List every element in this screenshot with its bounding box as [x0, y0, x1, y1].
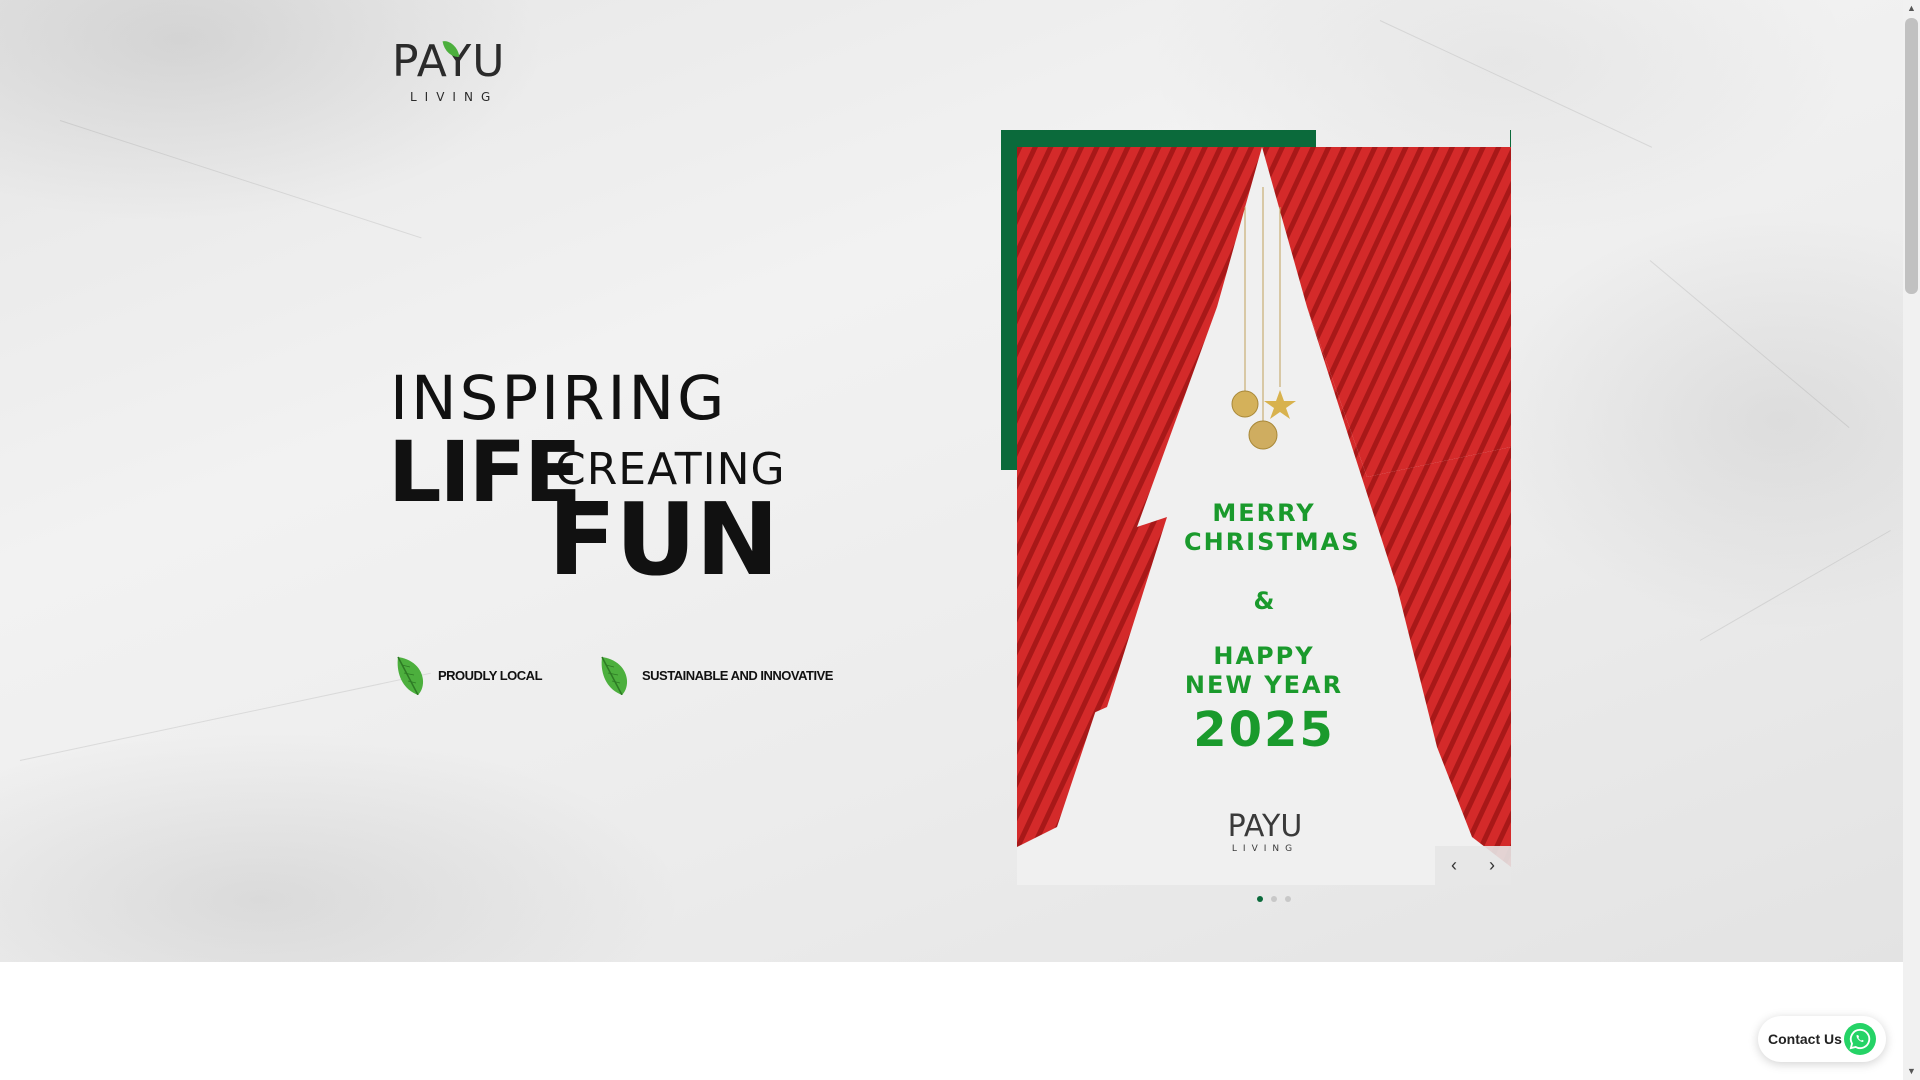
carousel-pagination — [1257, 896, 1291, 902]
headline-inspiring: INSPIRING — [390, 363, 728, 434]
scrollbar-thumb[interactable] — [1905, 18, 1918, 294]
chevron-right-icon: › — [1489, 855, 1495, 875]
slide-greeting-christmas: MERRY CHRISTMAS — [1184, 499, 1361, 556]
marble-vein — [59, 120, 422, 239]
marble-vein — [19, 672, 431, 761]
feature-sustainable: SUSTAINABLE AND INNOVATIVE — [600, 655, 833, 695]
leaf-icon — [397, 656, 424, 695]
leaf-icon — [601, 656, 628, 695]
carousel-prev-button[interactable]: ‹ — [1435, 846, 1473, 885]
marble-vein — [1379, 20, 1653, 148]
slide-greeting-newyear: HAPPY NEW YEAR — [1184, 642, 1344, 699]
logo-subtitle: LIVING — [410, 90, 499, 104]
chevron-left-icon: ‹ — [1451, 855, 1457, 875]
slide-logo-word: PAYU — [1227, 809, 1303, 844]
slide-logo-sub: LIVING — [1231, 844, 1299, 854]
scroll-up-arrow-icon[interactable]: ▲ — [1903, 0, 1920, 17]
feature-label: SUSTAINABLE AND INNOVATIVE — [642, 667, 833, 683]
carousel-next-button[interactable]: › — [1473, 846, 1511, 885]
feature-label: PROUDLY LOCAL — [438, 667, 543, 683]
carousel-dot-3[interactable] — [1285, 896, 1291, 902]
contact-us-button[interactable]: Contact Us — [1758, 1016, 1886, 1062]
whatsapp-icon — [1844, 1023, 1876, 1055]
headline-fun: FUN — [548, 481, 779, 598]
contact-us-label: Contact Us — [1768, 1031, 1842, 1047]
scroll-down-arrow-icon[interactable]: ▼ — [1903, 1063, 1920, 1080]
slide-year: 2025 — [1193, 702, 1335, 758]
carousel-dot-2[interactable] — [1271, 896, 1277, 902]
feature-proudly-local: PROUDLY LOCAL — [396, 655, 543, 695]
site-logo[interactable]: PAYU LIVING — [392, 38, 512, 110]
slide-logo: PAYU LIVING — [1215, 809, 1315, 855]
carousel-slide[interactable]: MERRY CHRISTMAS & HAPPY NEW YEAR 2025 PA… — [1017, 147, 1511, 885]
marble-vein — [1699, 530, 1891, 641]
hero-section: PAYU LIVING INSPIRING LIFE CREATING FUN … — [0, 0, 1903, 962]
marble-vein — [1649, 260, 1850, 429]
slide-ampersand: & — [1253, 587, 1275, 615]
carousel-dot-1[interactable] — [1257, 896, 1263, 902]
